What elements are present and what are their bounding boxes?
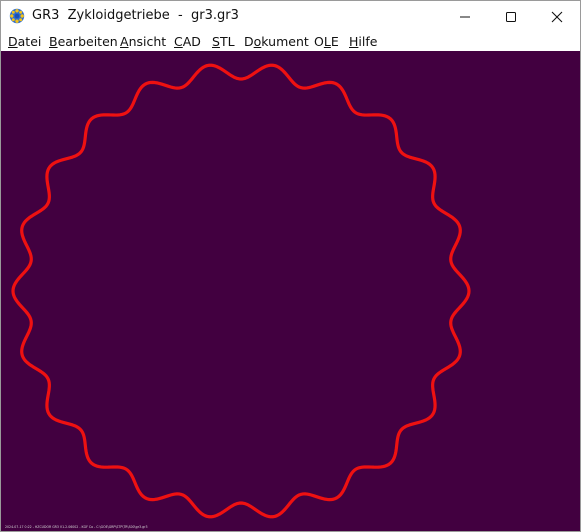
title-separator: - (178, 8, 183, 23)
title-module: Zykloidgetriebe (67, 8, 170, 23)
menu-cad[interactable]: CAD (174, 34, 201, 49)
menu-ansicht[interactable]: Ansicht (120, 34, 166, 49)
close-button[interactable] (534, 1, 580, 32)
title-app: GR3 (32, 8, 60, 23)
menu-hilfe[interactable]: Hilfe (349, 34, 377, 49)
title-bar[interactable]: GR3 Zykloidgetriebe - gr3.gr3 (1, 1, 580, 32)
minimize-icon (460, 16, 470, 17)
maximize-icon (506, 11, 516, 22)
minimize-button[interactable] (442, 1, 488, 32)
menu-bearbeiten[interactable]: Bearbeiten (49, 34, 118, 49)
gear-flower-icon[interactable] (9, 8, 25, 24)
drawing-canvas[interactable]: 2024-07-17 0:22 - HZCUDOR GR3 V1.2.06002… (1, 51, 580, 531)
app-window: GR3 Zykloidgetriebe - gr3.gr3 Datei Bear… (0, 0, 581, 532)
title-file: gr3.gr3 (191, 8, 239, 23)
menu-bar: Datei Bearbeiten Ansicht CAD STL Dokumen… (1, 32, 580, 51)
footer-status-text: 2024-07-17 0:22 - HZCUDOR GR3 V1.2.06002… (5, 525, 148, 529)
cycloid-curve (11, 63, 471, 519)
menu-stl[interactable]: STL (212, 34, 235, 49)
menu-datei[interactable]: Datei (8, 34, 41, 49)
window-title: GR3 Zykloidgetriebe - gr3.gr3 (32, 8, 239, 23)
close-icon (551, 11, 563, 22)
menu-dokument[interactable]: Dokument (244, 34, 309, 49)
menu-ole[interactable]: OLE (314, 34, 339, 49)
cycloid-drawing (11, 63, 471, 519)
maximize-button[interactable] (488, 1, 534, 32)
